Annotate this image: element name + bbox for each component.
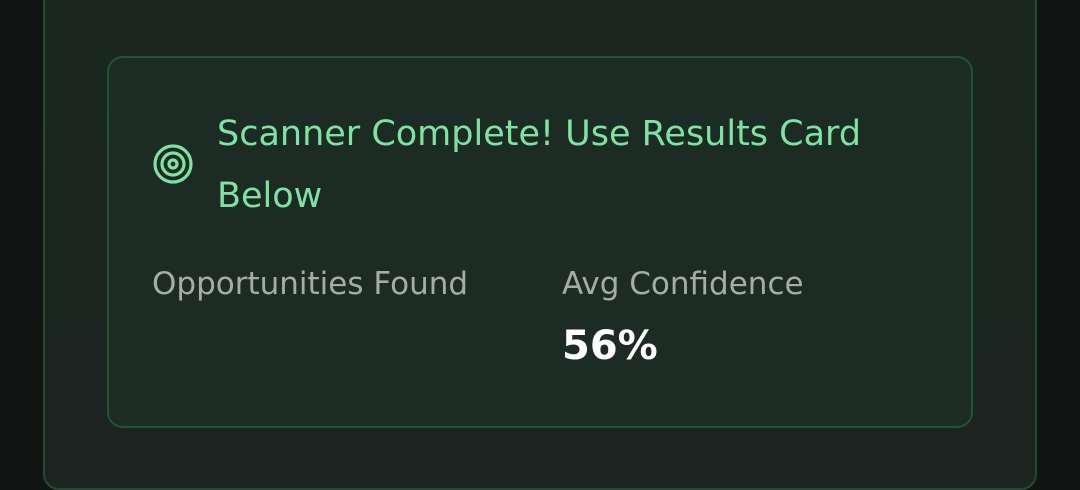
scanner-status-title: Scanner Complete! Use Results Card Below	[217, 114, 862, 216]
target-icon	[153, 144, 193, 184]
opportunities-found-label: Opportunities Found	[152, 266, 469, 302]
avg-confidence-label: Avg Confidence	[562, 266, 804, 302]
avg-confidence-value: 56%	[562, 323, 658, 369]
